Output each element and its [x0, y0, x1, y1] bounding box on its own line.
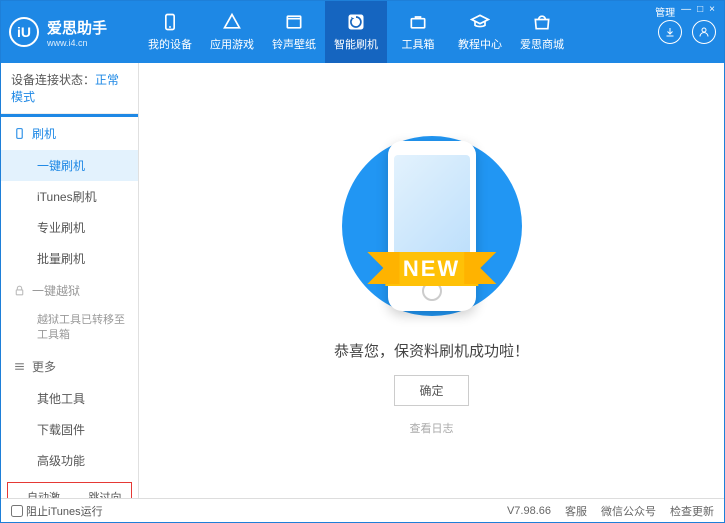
- jailbreak-note: 越狱工具已转移至工具箱: [1, 307, 138, 350]
- toolbox-icon: [408, 12, 428, 32]
- phone-icon: [13, 127, 26, 140]
- footer-update[interactable]: 检查更新: [670, 503, 714, 519]
- version-label: V7.98.66: [507, 505, 551, 517]
- sidebar-section-flash[interactable]: 刷机: [1, 117, 138, 150]
- store-icon: [532, 12, 552, 32]
- nav-store[interactable]: 爱思商城: [511, 1, 573, 63]
- success-illustration: NEW: [327, 126, 537, 326]
- app-header: iU 爱思助手 www.i4.cn 我的设备 应用游戏 铃声壁纸 智能刷机: [1, 1, 724, 63]
- view-log-link[interactable]: 查看日志: [410, 420, 454, 436]
- user-icon: [698, 26, 710, 38]
- checkbox-skip-guide[interactable]: 跳过向导: [74, 489, 128, 498]
- new-ribbon: NEW: [385, 252, 478, 286]
- menu-icon: [13, 360, 26, 373]
- connection-status: 设备连接状态：正常模式: [1, 63, 138, 114]
- main-nav: 我的设备 应用游戏 铃声壁纸 智能刷机 工具箱 教程中心: [139, 1, 658, 63]
- sidebar-item-oneclick-flash[interactable]: 一键刷机: [1, 150, 138, 181]
- confirm-button[interactable]: 确定: [394, 375, 468, 406]
- wallpaper-icon: [284, 12, 304, 32]
- refresh-icon: [346, 12, 366, 32]
- footer-service[interactable]: 客服: [565, 503, 587, 519]
- checkbox-auto-activate[interactable]: 自动激活: [12, 489, 66, 498]
- nav-ringtones[interactable]: 铃声壁纸: [263, 1, 325, 63]
- close-button[interactable]: ×: [709, 4, 715, 19]
- maximize-button[interactable]: □: [697, 4, 703, 19]
- nav-toolbox[interactable]: 工具箱: [387, 1, 449, 63]
- sidebar-item-download-firmware[interactable]: 下载固件: [1, 414, 138, 445]
- download-icon: [664, 26, 676, 38]
- window-controls: 管理 — □ ×: [655, 4, 715, 19]
- graduation-icon: [470, 12, 490, 32]
- nav-tutorials[interactable]: 教程中心: [449, 1, 511, 63]
- sidebar-section-jailbreak: 一键越狱: [1, 274, 138, 307]
- control-menu[interactable]: 管理: [655, 4, 675, 19]
- sidebar: 设备连接状态：正常模式 刷机 一键刷机 iTunes刷机 专业刷机 批量刷机 一…: [1, 63, 139, 498]
- brand-title: 爱思助手: [47, 17, 107, 38]
- footer-wechat[interactable]: 微信公众号: [601, 503, 656, 519]
- status-bar: 阻止iTunes运行 V7.98.66 客服 微信公众号 检查更新: [1, 498, 724, 522]
- app-icon: [222, 12, 242, 32]
- nav-my-device[interactable]: 我的设备: [139, 1, 201, 63]
- download-button[interactable]: [658, 20, 682, 44]
- sidebar-item-advanced[interactable]: 高级功能: [1, 445, 138, 476]
- sidebar-item-batch-flash[interactable]: 批量刷机: [1, 243, 138, 274]
- minimize-button[interactable]: —: [681, 4, 691, 19]
- sidebar-section-more[interactable]: 更多: [1, 350, 138, 383]
- nav-apps[interactable]: 应用游戏: [201, 1, 263, 63]
- logo-icon: iU: [9, 17, 39, 47]
- sidebar-item-pro-flash[interactable]: 专业刷机: [1, 212, 138, 243]
- lock-icon: [13, 284, 26, 297]
- options-box: 自动激活 跳过向导: [7, 482, 132, 498]
- main-content: NEW 恭喜您，保资料刷机成功啦！ 确定 查看日志: [139, 63, 724, 498]
- checkbox-block-itunes[interactable]: 阻止iTunes运行: [11, 503, 103, 519]
- phone-icon: [160, 12, 180, 32]
- profile-button[interactable]: [692, 20, 716, 44]
- success-message: 恭喜您，保资料刷机成功啦！: [334, 340, 529, 361]
- sidebar-item-other-tools[interactable]: 其他工具: [1, 383, 138, 414]
- sidebar-item-itunes-flash[interactable]: iTunes刷机: [1, 181, 138, 212]
- brand-subtitle: www.i4.cn: [47, 38, 107, 48]
- nav-flash[interactable]: 智能刷机: [325, 1, 387, 63]
- brand-logo: iU 爱思助手 www.i4.cn: [9, 17, 139, 48]
